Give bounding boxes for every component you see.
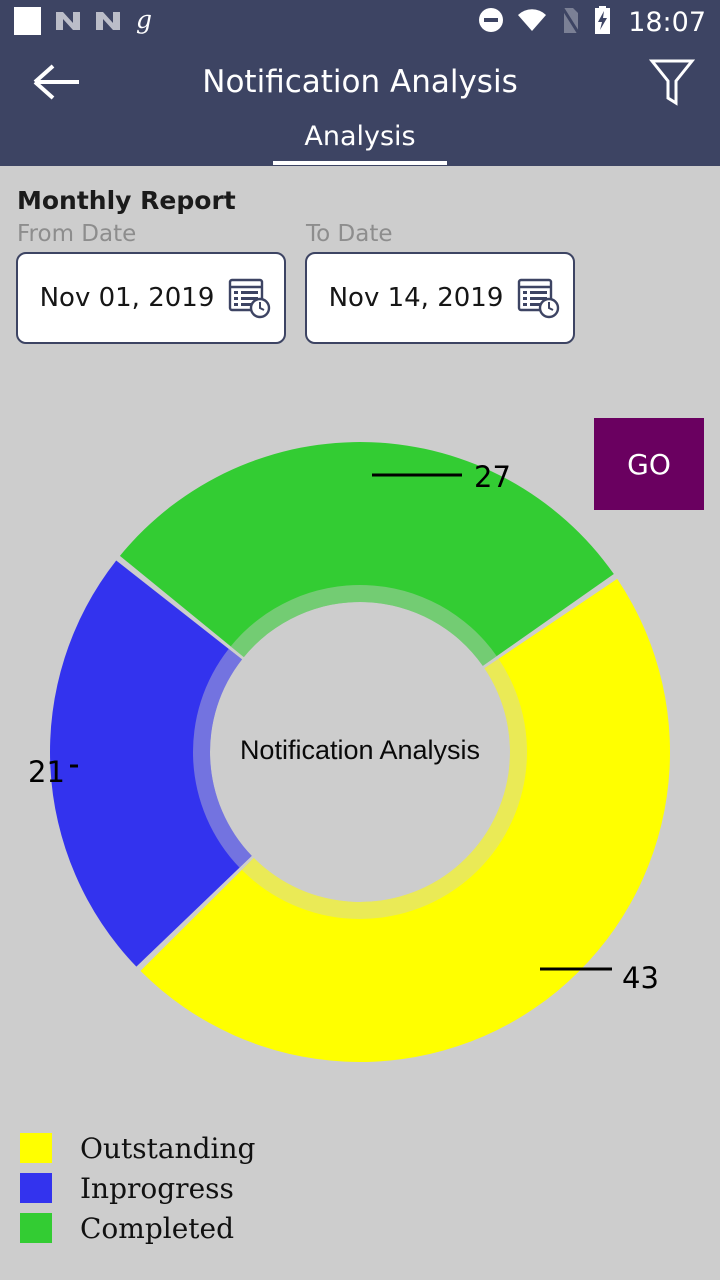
status-bar-system-icons: 18:07	[478, 5, 706, 38]
report-heading: Monthly Report	[17, 186, 236, 215]
to-date-label: To Date	[306, 221, 393, 247]
legend-item-inprogress[interactable]: Inprogress	[20, 1168, 440, 1208]
status-bar-clock: 18:07	[628, 6, 706, 38]
svg-text:g: g	[136, 5, 152, 34]
from-date-label: From Date	[17, 221, 137, 247]
app-bar: Notification Analysis Analysis	[0, 44, 720, 166]
tab-bar: Analysis	[0, 116, 720, 166]
filter-button[interactable]	[642, 54, 702, 112]
legend-swatch-completed	[20, 1213, 52, 1243]
filter-funnel-icon	[649, 59, 695, 106]
legend-item-completed[interactable]: Completed	[20, 1208, 440, 1248]
date-time-picker-icon[interactable]	[513, 276, 565, 320]
donut-center-label: Notification Analysis	[239, 735, 481, 765]
to-date-field[interactable]: Nov 14, 2019	[305, 252, 575, 344]
no-sim-icon	[560, 5, 581, 38]
legend-item-outstanding[interactable]: Outstanding	[20, 1128, 440, 1168]
to-date-value[interactable]: Nov 14, 2019	[307, 283, 513, 313]
legend-label-inprogress: Inprogress	[80, 1171, 234, 1205]
n-app-notification-icon	[55, 6, 81, 38]
slice-value-inprogress: 21	[28, 755, 65, 789]
legend-label-completed: Completed	[80, 1211, 235, 1245]
legend-swatch-outstanding	[20, 1133, 52, 1163]
app-screen: g 18:07 Notification Analysis Analysis M…	[0, 0, 720, 1280]
blank-notification-icon	[14, 5, 41, 39]
wifi-icon	[517, 8, 547, 36]
tab-analysis[interactable]: Analysis	[273, 116, 447, 166]
slice-value-completed: 27	[474, 460, 511, 494]
from-date-value[interactable]: Nov 01, 2019	[18, 283, 224, 313]
status-bar-notification-icons: g	[14, 5, 155, 39]
from-date-field[interactable]: Nov 01, 2019	[16, 252, 286, 344]
chart-legend: Outstanding Inprogress Completed	[20, 1128, 440, 1248]
legend-swatch-inprogress	[20, 1173, 52, 1203]
g-app-notification-icon: g	[135, 5, 155, 39]
legend-label-outstanding: Outstanding	[80, 1131, 256, 1165]
tab-active-indicator	[273, 161, 447, 165]
n-app-notification-icon-2	[95, 6, 121, 38]
slice-value-outstanding: 43	[622, 961, 659, 995]
status-bar: g 18:07	[0, 0, 720, 44]
page-title: Notification Analysis	[202, 64, 518, 100]
battery-charging-icon	[593, 6, 612, 38]
monthly-report-panel: Monthly Report From Date Nov 01, 2019 To…	[0, 166, 720, 510]
notification-analysis-donut-chart: Notification Analysis 27 43 21	[0, 400, 720, 1110]
date-time-picker-icon[interactable]	[224, 276, 276, 320]
do-not-disturb-icon	[478, 7, 504, 37]
